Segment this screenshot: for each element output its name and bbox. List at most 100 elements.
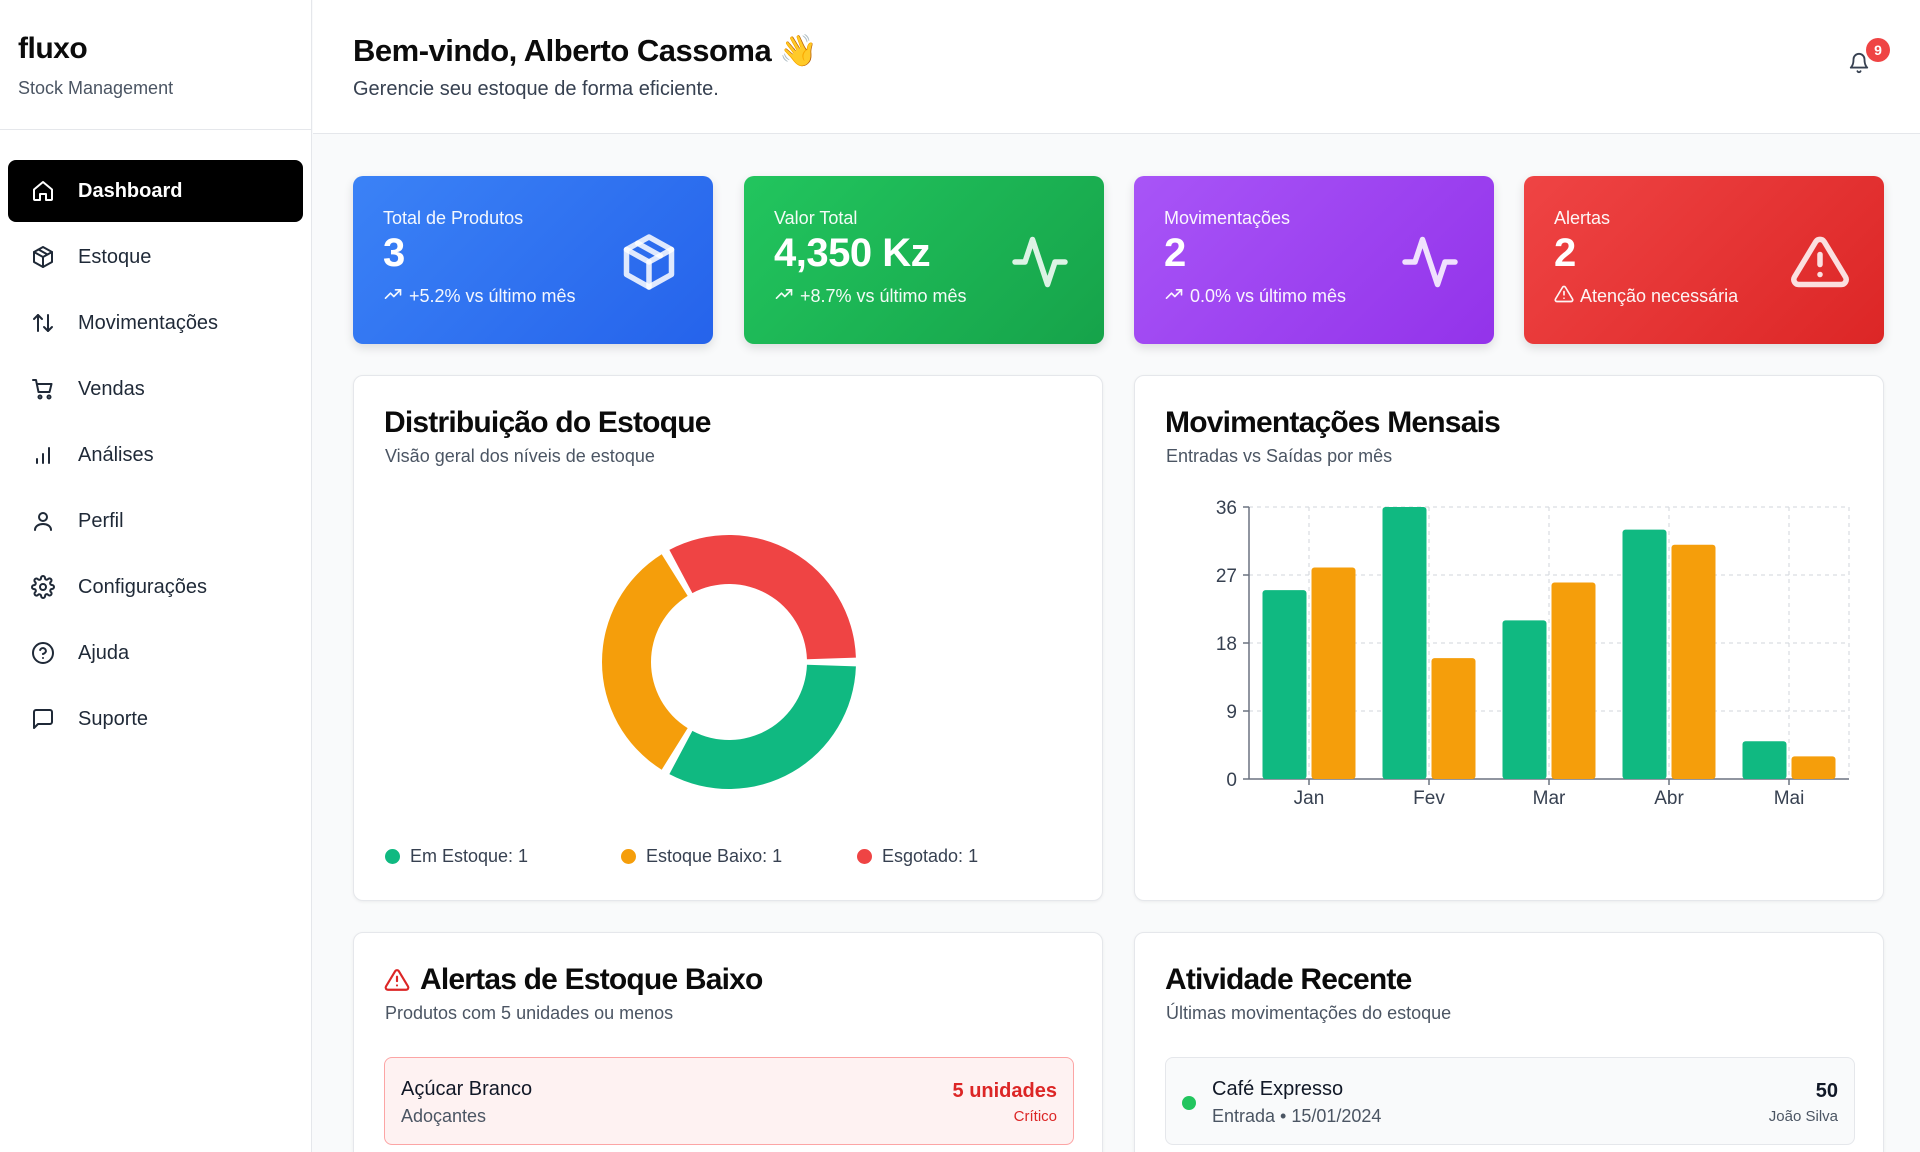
donut-slice-3[interactable] bbox=[669, 535, 856, 660]
page-title: Bem-vindo, Alberto Cassoma 👋 bbox=[353, 33, 818, 68]
stat-trend-text: +5.2% vs último mês bbox=[409, 286, 576, 306]
cart-icon bbox=[30, 376, 56, 402]
stock-distribution-panel: Distribuição do Estoque Visão geral dos … bbox=[353, 375, 1103, 901]
x-tick-label: Mai bbox=[1774, 788, 1805, 809]
sidebar-item-vendas[interactable]: Vendas bbox=[8, 358, 303, 420]
panel-title: Atividade Recente bbox=[1165, 963, 1412, 996]
y-tick-label: 9 bbox=[1226, 702, 1237, 723]
sidebar-item-dashboard[interactable]: Dashboard bbox=[8, 160, 303, 222]
sidebar-item-configuracoes[interactable]: Configurações bbox=[8, 556, 303, 618]
help-icon bbox=[30, 640, 56, 666]
sidebar-item-label: Análises bbox=[78, 443, 154, 466]
bar-abr-series-1[interactable] bbox=[1622, 529, 1667, 779]
notification-badge: 9 bbox=[1866, 38, 1890, 62]
box-icon bbox=[619, 232, 679, 292]
legend-label: Esgotado: 1 bbox=[882, 846, 979, 866]
monthly-movements-panel: Movimentações Mensais Entradas vs Saídas… bbox=[1134, 375, 1884, 901]
y-tick-label: 36 bbox=[1216, 498, 1237, 519]
sidebar-item-label: Configurações bbox=[78, 575, 207, 598]
activity-meta: Entrada • 15/01/2024 bbox=[1212, 1106, 1382, 1126]
bar-chart-icon bbox=[30, 442, 56, 468]
alert-item[interactable]: Açúcar Branco Adoçantes 5 unidades Críti… bbox=[384, 1057, 1074, 1145]
sidebar-item-label: Dashboard bbox=[78, 179, 183, 202]
status-dot bbox=[1182, 1096, 1196, 1110]
legend-label: Estoque Baixo: 1 bbox=[646, 846, 783, 866]
legend-item-em-estoque: Em Estoque: 1 bbox=[385, 846, 528, 867]
bar-mai-series-1[interactable] bbox=[1742, 741, 1787, 779]
user-icon bbox=[30, 508, 56, 534]
bar-fev-series-2[interactable] bbox=[1431, 658, 1476, 779]
bar-mar-series-1[interactable] bbox=[1502, 620, 1547, 779]
bar-jan-series-1[interactable] bbox=[1262, 590, 1307, 779]
panel-title-text: Alertas de Estoque Baixo bbox=[420, 963, 763, 996]
y-tick-label: 27 bbox=[1216, 566, 1237, 587]
legend-dot bbox=[385, 849, 400, 864]
trending-up-icon bbox=[1164, 284, 1190, 309]
bar-abr-series-2[interactable] bbox=[1671, 544, 1716, 779]
activity-item[interactable]: Café Expresso Entrada • 15/01/2024 50 Jo… bbox=[1165, 1057, 1855, 1145]
activity-user: João Silva bbox=[1768, 1108, 1838, 1125]
y-tick-label: 18 bbox=[1216, 634, 1237, 655]
donut-slice-1[interactable] bbox=[669, 664, 856, 789]
bar-mai-series-2[interactable] bbox=[1791, 756, 1836, 779]
product-category: Adoçantes bbox=[401, 1106, 487, 1126]
gear-icon bbox=[30, 574, 56, 600]
legend-dot bbox=[621, 849, 636, 864]
sidebar-item-label: Suporte bbox=[78, 707, 149, 730]
x-tick-label: Mar bbox=[1533, 788, 1566, 809]
x-tick-label: Jan bbox=[1294, 788, 1325, 809]
stat-trend-text: 0.0% vs último mês bbox=[1190, 286, 1347, 306]
stat-title: Total de Produtos bbox=[383, 208, 524, 228]
status-badge: Crítico bbox=[1013, 1108, 1057, 1125]
product-quantity: 5 unidades bbox=[952, 1080, 1057, 1102]
bar-mar-series-2[interactable] bbox=[1551, 582, 1596, 779]
package-icon bbox=[30, 244, 56, 270]
sidebar-item-perfil[interactable]: Perfil bbox=[8, 490, 303, 552]
bell-icon bbox=[1848, 53, 1870, 78]
bar-fev-series-1[interactable] bbox=[1382, 507, 1427, 779]
sidebar-item-label: Ajuda bbox=[78, 641, 130, 664]
sidebar: fluxo Stock Management Dashboard Estoque… bbox=[0, 0, 312, 1152]
panel-subtitle: Produtos com 5 unidades ou menos bbox=[385, 1003, 674, 1023]
sidebar-nav: Dashboard Estoque Movimentações Vendas A… bbox=[0, 130, 311, 750]
panel-subtitle: Últimas movimentações do estoque bbox=[1166, 1003, 1452, 1023]
recent-activity-panel: Atividade Recente Últimas movimentações … bbox=[1134, 932, 1884, 1152]
activity-quantity: 50 bbox=[1815, 1080, 1838, 1102]
legend-item-estoque-baixo: Estoque Baixo: 1 bbox=[621, 846, 782, 867]
activity-icon bbox=[1400, 232, 1460, 292]
brand: fluxo Stock Management bbox=[0, 0, 311, 130]
x-tick-label: Fev bbox=[1413, 788, 1445, 809]
sidebar-item-analises[interactable]: Análises bbox=[8, 424, 303, 486]
legend-label: Em Estoque: 1 bbox=[410, 846, 529, 866]
sidebar-item-movimentacoes[interactable]: Movimentações bbox=[8, 292, 303, 354]
brand-name: fluxo bbox=[18, 32, 88, 65]
panel-title: Alertas de Estoque Baixo bbox=[384, 963, 763, 997]
y-tick-label: 0 bbox=[1226, 770, 1237, 791]
stat-card-total-produtos: Total de Produtos 3 +5.2% vs último mês bbox=[353, 176, 713, 344]
donut-slice-2[interactable] bbox=[602, 554, 688, 770]
bar-jan-series-2[interactable] bbox=[1311, 567, 1356, 779]
stat-card-alertas: Alertas 2 Atenção necessária bbox=[1524, 176, 1884, 344]
sidebar-item-suporte[interactable]: Suporte bbox=[8, 688, 303, 750]
home-icon bbox=[30, 178, 56, 204]
stat-title: Alertas bbox=[1554, 208, 1611, 228]
sidebar-item-label: Movimentações bbox=[78, 311, 219, 334]
activity-icon bbox=[1010, 232, 1070, 292]
sidebar-item-label: Estoque bbox=[78, 245, 152, 268]
sidebar-item-estoque[interactable]: Estoque bbox=[8, 226, 303, 288]
sidebar-item-label: Vendas bbox=[78, 377, 145, 400]
stat-trend-text: Atenção necessária bbox=[1580, 286, 1739, 306]
sidebar-item-ajuda[interactable]: Ajuda bbox=[8, 622, 303, 684]
trending-up-icon bbox=[774, 284, 800, 309]
warning-icon bbox=[1554, 284, 1580, 309]
message-icon bbox=[30, 706, 56, 732]
donut-chart bbox=[602, 535, 856, 789]
header: Bem-vindo, Alberto Cassoma 👋 Gerencie se… bbox=[313, 0, 1920, 134]
trending-up-icon bbox=[383, 284, 409, 309]
legend-dot bbox=[857, 849, 872, 864]
bar-chart: 0 9 18 27 36 Jan Fev Mar Abr Mai bbox=[1216, 498, 1850, 809]
warning-icon bbox=[1790, 232, 1850, 292]
brand-subtitle: Stock Management bbox=[18, 78, 174, 98]
page-subtitle: Gerencie seu estoque de forma eficiente. bbox=[353, 78, 719, 100]
sidebar-item-label: Perfil bbox=[78, 509, 124, 532]
